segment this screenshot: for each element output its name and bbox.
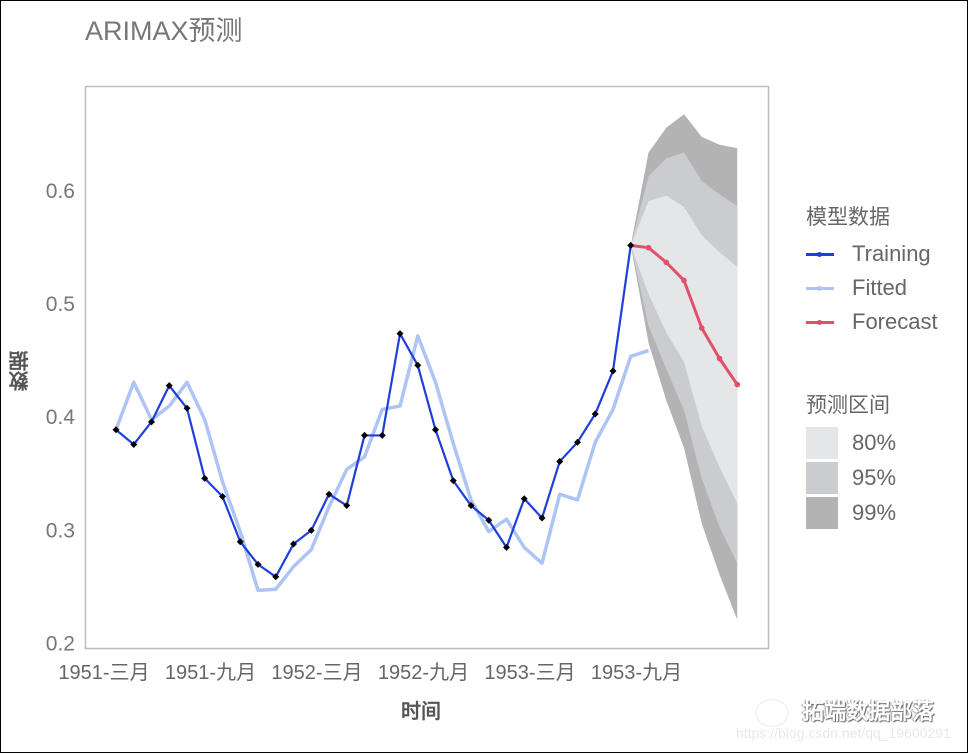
training-point [378,431,386,439]
legend-label: 80% [852,429,897,455]
legend-line-swatch [806,251,834,257]
forecast-point [681,277,687,284]
x-tick-label: 1953-三月 [484,662,575,684]
forecast-point [698,325,705,331]
training-point [432,426,439,434]
plot-area: 0.2 0.3 0.4 0.5 0.6 1951-三月 1951-九月 1952-三月 195… [46,85,770,684]
legend-line-swatch [806,319,834,325]
legend-fill-swatch [806,461,838,494]
x-tick-label: 1953-九月 [591,661,682,684]
series-line-fitted [114,334,650,593]
y-tick-label: 0.4 [46,406,76,429]
forecast-point [716,355,723,362]
legend-label: 99% [852,499,897,525]
legend-label: Forecast [852,309,938,334]
legend-label: Training [852,241,931,266]
legend-item-training: Training [806,237,938,271]
y-tick-label: 0.2 [46,632,75,655]
legend-item-forecast: Forecast [806,305,938,339]
legend-fill-swatch [806,426,838,459]
legend-title: 模型数据 [806,206,890,229]
legend-item-95: 95% [806,460,896,495]
training-point [361,431,368,439]
x-tick-label: 1952-三月 [271,662,362,684]
y-tick-label: 0.6 [46,180,75,203]
x-tick-label: 1951-九月 [165,661,256,684]
legend-intervals: 预测区间 80% 95% 99% [806,389,896,530]
wechat-icon [756,700,788,727]
y-tick-label: 0.5 [46,293,75,316]
training-point [609,367,617,375]
figure-frame: ARIMAX预测 数据 时间 0.2 0.3 0.4 0.5 0.6 1951-三月 19… [0,0,968,753]
watermark-url: https://blog.csdn.net/qq_19600291 [736,725,951,741]
x-tick-label: 1952-九月 [378,661,469,684]
legend-label: Fitted [852,275,908,300]
legend-title: 预测区间 [806,394,890,417]
legend-fill-swatch [806,496,838,529]
series-line-training [115,245,632,578]
legend-line-swatch [806,285,834,291]
forecast-point [734,381,741,388]
legend-model-data: 模型数据 Training Fitted Forecast [806,201,938,339]
legend-item-fitted: Fitted [806,271,938,305]
forecast-point [663,259,670,266]
forecast-point [645,244,652,251]
x-tick-label: 1951-三月 [58,662,149,684]
legend-item-99: 99% [806,495,896,530]
watermark-text: 拓端数据部落 [802,699,935,724]
y-tick-label: 0.3 [46,519,75,542]
legend-item-80: 80% [806,425,896,460]
legend-label: 95% [852,464,897,490]
watermark: 拓端数据部落 [756,694,935,727]
